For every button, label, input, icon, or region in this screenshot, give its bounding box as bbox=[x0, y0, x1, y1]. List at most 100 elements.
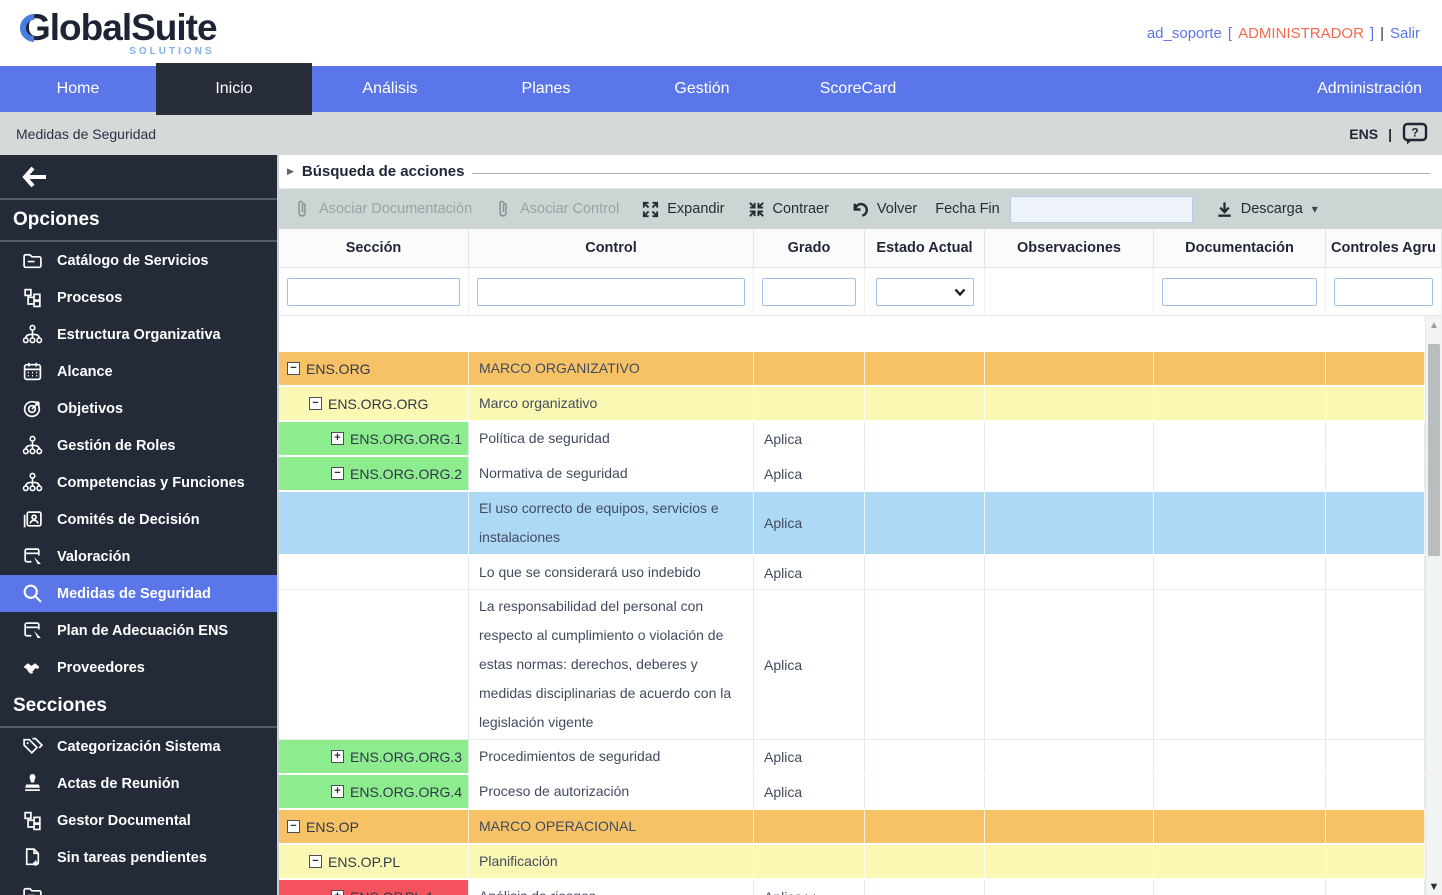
scroll-down-arrow-icon[interactable]: ▼ bbox=[1426, 881, 1442, 893]
nav-tab-administracion[interactable]: Administración bbox=[1297, 66, 1442, 112]
collapse-toggle-icon[interactable]: − bbox=[331, 467, 344, 480]
expand-toggle-icon[interactable]: + bbox=[331, 785, 344, 798]
table-row[interactable]: −ENS.ORGMARCO ORGANIZATIVO bbox=[279, 352, 1425, 387]
column-header-1[interactable]: Control bbox=[469, 229, 754, 267]
expand-toggle-icon[interactable]: + bbox=[331, 432, 344, 445]
vertical-scrollbar[interactable]: ▲ ▼ bbox=[1425, 316, 1442, 895]
back-button[interactable] bbox=[0, 155, 277, 200]
sidebar-item-partial[interactable] bbox=[0, 876, 277, 895]
documentacion-cell bbox=[1154, 810, 1326, 843]
controles-agrupados-cell bbox=[1326, 880, 1425, 895]
controles-agrupados-cell bbox=[1326, 590, 1425, 739]
estado-actual-filter-select[interactable] bbox=[876, 278, 974, 306]
sidebar-item-valoracio-n[interactable]: Valoración bbox=[0, 538, 277, 575]
sidebar-item-proveedores[interactable]: Proveedores bbox=[0, 649, 277, 686]
expand-toggle-icon[interactable]: + bbox=[331, 750, 344, 763]
column-header-6[interactable]: Controles Agru bbox=[1326, 229, 1442, 267]
estado-actual-cell bbox=[865, 590, 985, 739]
filter-input-0[interactable] bbox=[287, 278, 460, 306]
table-row[interactable]: +ENS.ORG.ORG.3Procedimientos de segurida… bbox=[279, 740, 1425, 775]
collapse-toggle-icon[interactable]: − bbox=[287, 362, 300, 375]
asociar-documentacion-button[interactable]: Asociar Documentación bbox=[293, 200, 472, 219]
scroll-up-arrow-icon[interactable]: ▲ bbox=[1426, 320, 1442, 331]
logout-link[interactable]: Salir bbox=[1390, 25, 1420, 42]
sidebar-item-comite-s-de-decisio-n[interactable]: Comités de Decisión bbox=[0, 501, 277, 538]
collapse-toggle-icon[interactable]: − bbox=[287, 820, 300, 833]
sidebar-item-gestor-documental[interactable]: Gestor Documental bbox=[0, 802, 277, 839]
secciones-heading: Secciones bbox=[0, 686, 277, 728]
observaciones-cell bbox=[985, 492, 1154, 554]
column-header-5[interactable]: Documentación bbox=[1154, 229, 1326, 267]
table-row[interactable]: +ENS.ORG.ORG.4Proceso de autorizaciónApl… bbox=[279, 775, 1425, 810]
section-code: ENS.OP.PL.1 bbox=[350, 889, 434, 895]
control-text: MARCO ORGANIZATIVO bbox=[479, 354, 640, 383]
table-row[interactable]: −ENS.ORG.ORG Marco organizativo bbox=[279, 387, 1425, 422]
sidebar-item-alcance[interactable]: Alcance bbox=[0, 353, 277, 390]
control-cell: Planificación bbox=[469, 845, 754, 878]
sidebar-item-actas-de-reunio-n[interactable]: Actas de Reunión bbox=[0, 765, 277, 802]
filter-input-1[interactable] bbox=[477, 278, 745, 306]
search-panel-title: Búsqueda de acciones bbox=[302, 163, 465, 180]
filter-cell-4 bbox=[985, 268, 1154, 315]
user-info: ad_soporte [ ADMINISTRADOR ] | Salir bbox=[1147, 25, 1420, 42]
filter-input-2[interactable] bbox=[762, 278, 856, 306]
table-row[interactable]: +ENS.ORG.ORG.1Política de seguridadAplic… bbox=[279, 422, 1425, 457]
help-icon[interactable]: ? bbox=[1402, 122, 1428, 146]
column-header-4[interactable]: Observaciones bbox=[985, 229, 1154, 267]
nav-tab-analisis[interactable]: Análisis bbox=[312, 66, 468, 112]
section-code: ENS.ORG.ORG.3 bbox=[350, 749, 462, 765]
control-text: Marco organizativo bbox=[479, 389, 597, 418]
org-tree-icon bbox=[22, 435, 43, 456]
control-cell: Proceso de autorización bbox=[469, 775, 754, 808]
table-row[interactable]: Lo que se considerará uso indebidoAplica bbox=[279, 556, 1425, 590]
sidebar-item-cata-logo-de-servicios[interactable]: Catálogo de Servicios bbox=[0, 242, 277, 279]
sidebar-item-sin-tareas-pendientes[interactable]: Sin tareas pendientes bbox=[0, 839, 277, 876]
filter-input-5[interactable] bbox=[1162, 278, 1317, 306]
filter-cell-1 bbox=[469, 268, 754, 315]
control-cell: La responsabilidad del personal con resp… bbox=[469, 590, 754, 739]
column-header-0[interactable]: Sección bbox=[279, 229, 469, 267]
fecha-fin-input[interactable] bbox=[1010, 196, 1193, 223]
scrollbar-thumb[interactable] bbox=[1428, 344, 1440, 556]
sidebar-item-objetivos[interactable]: Objetivos bbox=[0, 390, 277, 427]
volver-button[interactable]: Volver bbox=[851, 200, 917, 219]
collapse-toggle-icon[interactable]: − bbox=[309, 855, 322, 868]
table-row[interactable]: −ENS.OP.PLPlanificación bbox=[279, 845, 1425, 880]
sidebar-item-medidas-de-seguridad[interactable]: Medidas de Seguridad bbox=[0, 575, 277, 612]
username-link[interactable]: ad_soporte bbox=[1147, 25, 1222, 42]
table-row[interactable]: El uso correcto de equipos, servicios e … bbox=[279, 492, 1425, 556]
table-row[interactable]: −ENS.ORG.ORG.2Normativa de seguridadApli… bbox=[279, 457, 1425, 492]
contraer-button[interactable]: Contraer bbox=[747, 200, 829, 219]
sidebar-item-plan-de-adecuacio-n-ens[interactable]: Plan de Adecuación ENS bbox=[0, 612, 277, 649]
expand-toggle-icon[interactable]: + bbox=[331, 890, 344, 895]
table-row[interactable]: −ENS.OPMARCO OPERACIONAL bbox=[279, 810, 1425, 845]
section-cell: −ENS.ORG.ORG bbox=[279, 387, 469, 420]
column-header-2[interactable]: Grado bbox=[754, 229, 865, 267]
nav-tab-home[interactable]: Home bbox=[0, 66, 156, 112]
collapse-toggle-icon[interactable]: − bbox=[309, 397, 322, 410]
table-row[interactable]: La responsabilidad del personal con resp… bbox=[279, 590, 1425, 740]
sidebar-item-procesos[interactable]: Procesos bbox=[0, 279, 277, 316]
sidebar-item-competencias-y-funciones[interactable]: Competencias y Funciones bbox=[0, 464, 277, 501]
column-header-3[interactable]: Estado Actual bbox=[865, 229, 985, 267]
bracket-open: [ bbox=[1228, 25, 1232, 42]
asociar-control-button[interactable]: Asociar Control bbox=[494, 200, 619, 219]
descarga-button[interactable]: Descarga ▾ bbox=[1215, 200, 1318, 219]
nav-tab-scorecard[interactable]: ScoreCard bbox=[780, 66, 936, 112]
table-row[interactable]: +ENS.OP.PL.1Análisis de riesgosAplica++ bbox=[279, 880, 1425, 895]
empty-row bbox=[279, 316, 1425, 352]
sidebar-item-categorizacio-n-sistema[interactable]: Categorización Sistema bbox=[0, 728, 277, 765]
filter-input-6[interactable] bbox=[1334, 278, 1433, 306]
sidebar-item-label: Catálogo de Servicios bbox=[57, 253, 209, 269]
search-icon bbox=[22, 583, 43, 604]
nav-tab-planes[interactable]: Planes bbox=[468, 66, 624, 112]
sidebar-item-gestio-n-de-roles[interactable]: Gestión de Roles bbox=[0, 427, 277, 464]
expand-icon bbox=[641, 200, 660, 219]
nav-tab-inicio[interactable]: Inicio bbox=[156, 63, 312, 115]
expandir-button[interactable]: Expandir bbox=[641, 200, 724, 219]
globalsuite-logo: GlobalSuite SOLUTIONS bbox=[22, 9, 217, 57]
grado-cell: Aplica bbox=[754, 422, 865, 455]
nav-tab-gestion[interactable]: Gestión bbox=[624, 66, 780, 112]
collapse-caret-icon[interactable]: ▶ bbox=[287, 166, 294, 177]
sidebar-item-estructura-organizativa[interactable]: Estructura Organizativa bbox=[0, 316, 277, 353]
